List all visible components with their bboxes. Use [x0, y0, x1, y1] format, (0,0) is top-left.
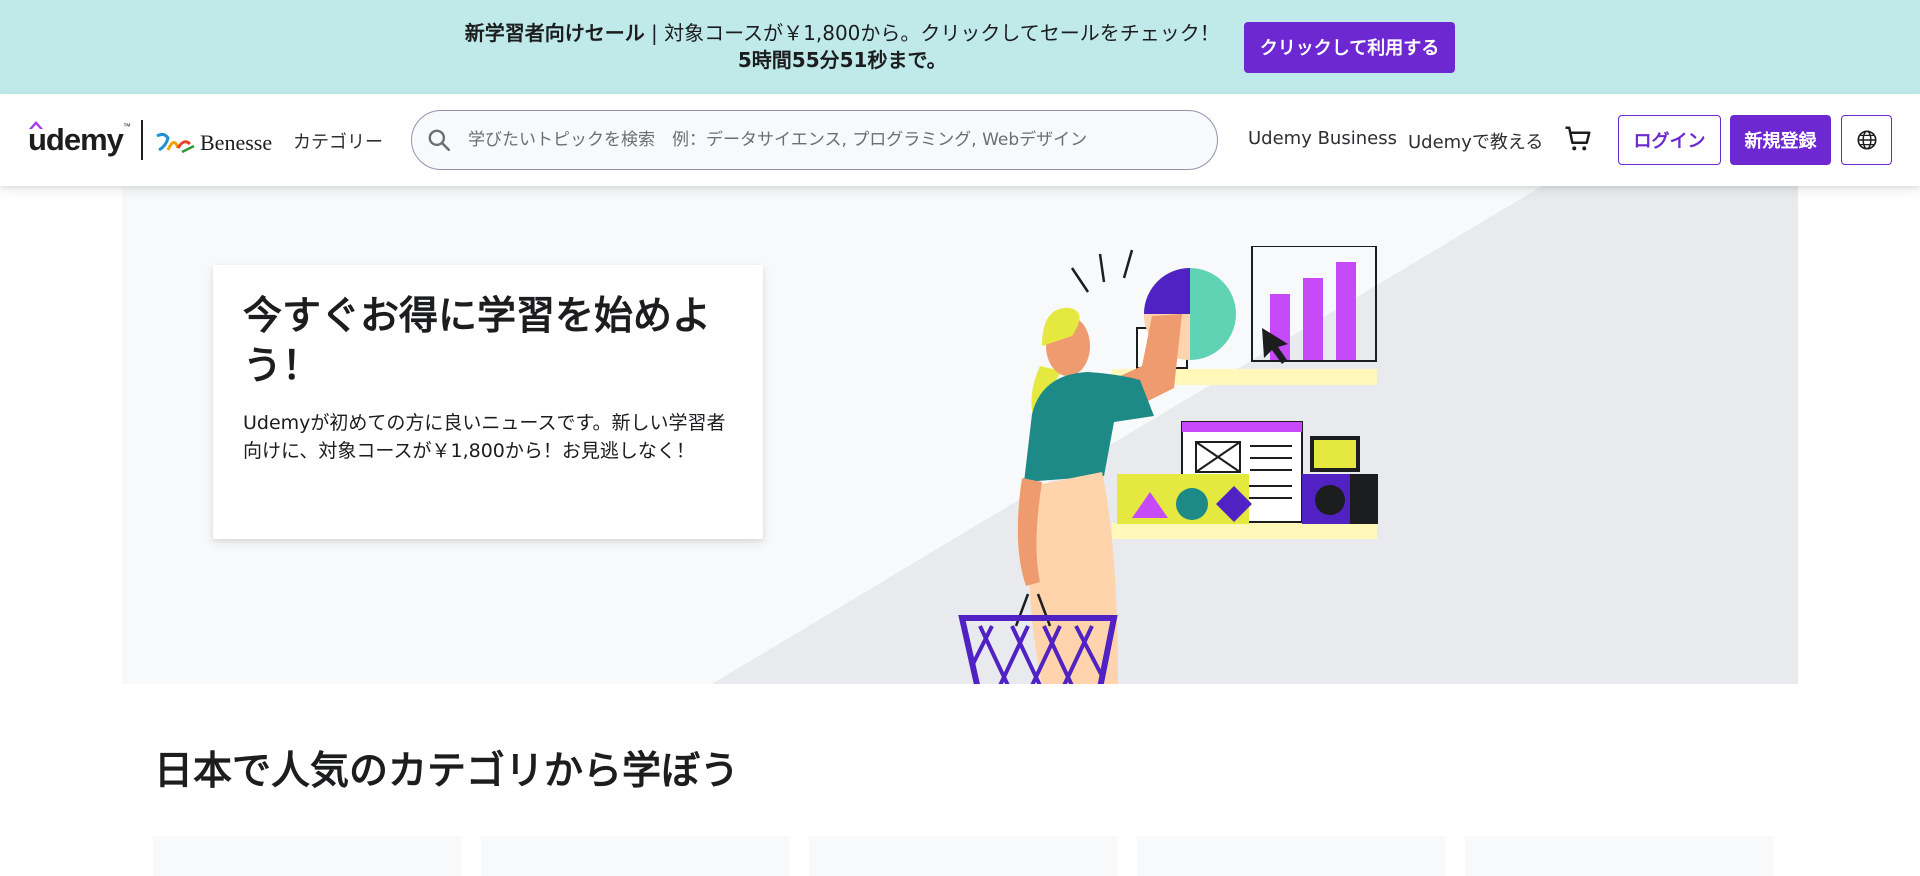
benesse-logo[interactable]: Benesse: [154, 130, 272, 156]
category-card[interactable]: [1137, 836, 1445, 876]
nav-teach-on-udemy[interactable]: Udemyで教える: [1408, 128, 1543, 154]
category-card[interactable]: [1465, 836, 1773, 876]
shopping-illustration: {/}: [958, 246, 1378, 684]
promo-detail: 対象コースが￥1,800から。クリックしてセールをチェック！: [664, 21, 1220, 45]
promo-countdown: 5時間55分51秒まで。: [737, 48, 947, 72]
benesse-wordmark: Benesse: [200, 130, 273, 155]
category-grid: [153, 836, 1773, 876]
signup-button[interactable]: 新規登録: [1730, 115, 1831, 165]
promo-text: 新学習者向けセール | 対象コースが￥1,800から。クリックしてセールをチェッ…: [465, 20, 1220, 74]
search-bar[interactable]: [411, 110, 1218, 170]
cart-icon[interactable]: [1563, 124, 1593, 154]
nav-udemy-business[interactable]: Udemy Business: [1248, 128, 1397, 149]
hero-title: 今すぐお得に学習を始めよう！: [243, 293, 712, 389]
promo-cta-button[interactable]: クリックして利用する: [1243, 21, 1456, 73]
promo-headline: 新学習者向けセール: [464, 21, 645, 45]
promo-separator: |: [644, 21, 665, 45]
language-button[interactable]: [1841, 115, 1892, 165]
login-button[interactable]: ログイン: [1618, 115, 1721, 165]
logo-divider: [141, 120, 143, 160]
benesse-mark-icon: [156, 132, 195, 154]
globe-icon: [1856, 130, 1877, 150]
promo-line-1: 新学習者向けセール | 対象コースが￥1,800から。クリックしてセールをチェッ…: [465, 20, 1220, 47]
promo-banner[interactable]: 新学習者向けセール | 対象コースが￥1,800から。クリックしてセールをチェッ…: [0, 0, 1920, 94]
udemy-logo-text: udemy™: [28, 122, 131, 157]
category-card[interactable]: [809, 836, 1117, 876]
hero-card: 今すぐお得に学習を始めよう！ Udemyが初めての方に良いニュースです。新しい学…: [213, 265, 763, 539]
hero-subtitle: Udemyが初めての方に良いニュースです。新しい学習者向けに、対象コースが￥1,…: [243, 412, 726, 462]
site-header: udemy™ Benesse カテゴリー Udemy Business Udem…: [0, 94, 1920, 186]
search-icon[interactable]: [426, 127, 452, 153]
search-input[interactable]: [468, 130, 1188, 150]
categories-heading: 日本で人気のカテゴリから学ぼう: [154, 748, 740, 794]
nav-category-menu[interactable]: カテゴリー: [293, 128, 383, 154]
category-card[interactable]: [481, 836, 789, 876]
category-card[interactable]: [153, 836, 461, 876]
hero-banner: 今すぐお得に学習を始めよう！ Udemyが初めての方に良いニュースです。新しい学…: [122, 186, 1798, 684]
